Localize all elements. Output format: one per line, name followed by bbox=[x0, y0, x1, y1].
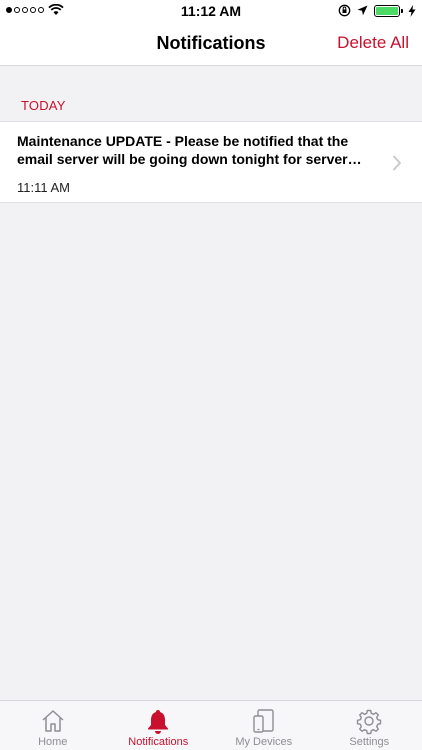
tab-label: Settings bbox=[349, 736, 390, 748]
notification-title-line: Maintenance UPDATE - Please be notified … bbox=[17, 133, 349, 149]
tab-home[interactable]: Home bbox=[0, 701, 106, 750]
notification-time: 11:11 AM bbox=[17, 180, 70, 195]
status-bar: 11:12 AM bbox=[0, 0, 422, 22]
orientation-lock-icon bbox=[338, 4, 351, 17]
section-header-today: TODAY bbox=[21, 98, 66, 113]
tab-label: My Devices bbox=[235, 736, 293, 748]
status-right bbox=[338, 4, 416, 17]
tab-my-devices[interactable]: My Devices bbox=[211, 701, 317, 750]
home-icon bbox=[42, 710, 64, 732]
notification-title-line: email server will be going down tonight … bbox=[17, 151, 362, 167]
charging-icon bbox=[408, 4, 416, 17]
notification-title: Maintenance UPDATE - Please be notified … bbox=[17, 132, 377, 168]
tab-settings[interactable]: Settings bbox=[317, 701, 422, 750]
devices-icon bbox=[253, 709, 274, 733]
battery-icon bbox=[374, 4, 403, 17]
notification-list-item[interactable]: Maintenance UPDATE - Please be notified … bbox=[0, 121, 422, 203]
tab-label: Notifications bbox=[128, 736, 189, 748]
navigation-bar: Notifications Delete All bbox=[0, 22, 422, 66]
tab-label: Home bbox=[38, 736, 68, 748]
delete-all-button[interactable]: Delete All bbox=[337, 33, 409, 53]
gear-icon bbox=[357, 709, 382, 735]
chevron-right-icon bbox=[393, 155, 401, 171]
bell-icon bbox=[148, 710, 169, 734]
tab-bar: Home Notifications My Devices Settings bbox=[0, 700, 422, 750]
location-icon bbox=[357, 5, 368, 16]
tab-notifications[interactable]: Notifications bbox=[106, 701, 212, 750]
